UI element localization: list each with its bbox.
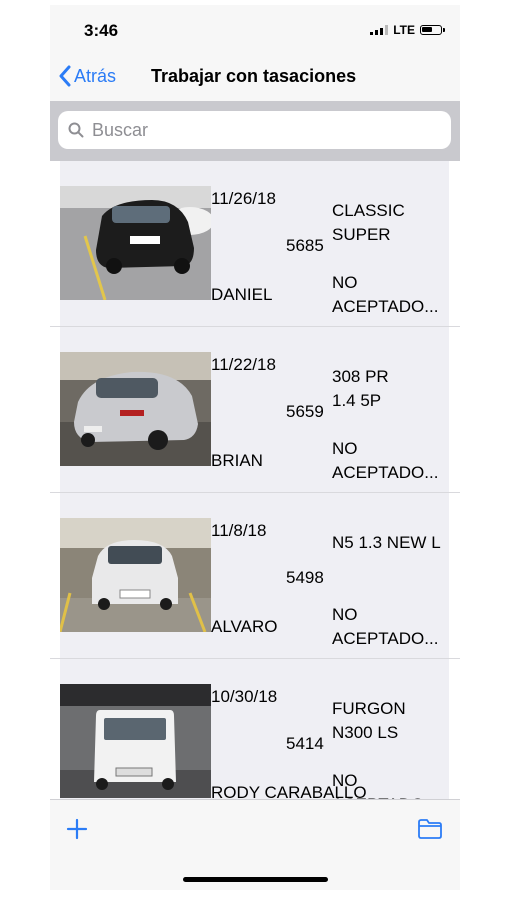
home-indicator: [183, 877, 328, 882]
appraisal-status: NO ACEPTADO...: [332, 439, 439, 482]
list-item[interactable]: 11/26/18 5685 DANIEL CLASSIC SUPER NO AC…: [50, 161, 460, 327]
client-name: DANIEL: [211, 285, 273, 304]
list-item[interactable]: 10/30/18 5414 RODY CARABALLO FURGON N300…: [50, 659, 460, 799]
vehicle-model: 308 PR 1.4 5P: [332, 367, 389, 410]
appraisal-date: 11/26/18: [211, 189, 276, 208]
appraisal-number: 5659: [286, 402, 324, 421]
car-photo: [60, 352, 211, 466]
phone-screen: 3:46 LTE Atrás Trabajar con tasaciones B…: [50, 5, 460, 890]
vehicle-model: N5 1.3 NEW L: [332, 533, 441, 552]
client-name: ALVARO: [211, 617, 278, 636]
appraisal-date: 10/30/18: [211, 687, 278, 706]
search-field[interactable]: [58, 111, 451, 149]
client-name: BRIAN: [211, 451, 263, 470]
appraisal-list: 11/26/18 5685 DANIEL CLASSIC SUPER NO AC…: [50, 161, 460, 799]
search-input[interactable]: [90, 118, 424, 142]
list-item[interactable]: 11/8/18 5498 ALVARO N5 1.3 NEW L NO ACEP…: [50, 493, 460, 659]
search-icon: [68, 122, 84, 138]
status-indicators: LTE: [370, 23, 445, 37]
back-label: Atrás: [74, 65, 117, 86]
list-item[interactable]: 11/22/18 5659 BRIAN 308 PR 1.4 5P NO ACE…: [50, 327, 460, 493]
plus-icon: [66, 818, 88, 840]
navigation-bar: Atrás Trabajar con tasaciones: [50, 51, 460, 101]
add-button[interactable]: [66, 818, 88, 845]
car-photo: [60, 684, 211, 798]
appraisal-status: NO ACEPTADO...: [332, 605, 439, 648]
search-bar: [50, 101, 460, 161]
car-photo: [60, 518, 211, 632]
vehicle-model: FURGON N300 LS: [332, 699, 406, 742]
status-bar: 3:46 LTE: [50, 5, 460, 51]
appraisal-number: 5498: [286, 568, 324, 587]
appraisal-status: NO ACEPTADO...: [332, 771, 438, 799]
vehicle-model: CLASSIC SUPER: [332, 201, 405, 244]
appraisal-date: 11/8/18: [211, 521, 267, 540]
folder-button[interactable]: [417, 818, 443, 845]
car-photo: [60, 186, 211, 300]
status-time: 3:46: [84, 21, 119, 40]
battery-icon: [420, 25, 445, 35]
appraisal-number: 5685: [286, 236, 324, 255]
appraisal-status: NO ACEPTADO...: [332, 273, 439, 316]
back-button[interactable]: Atrás: [58, 65, 116, 87]
network-label: LTE: [393, 23, 415, 37]
signal-icon: [370, 25, 389, 35]
page-title: Trabajar con tasaciones: [151, 66, 357, 86]
folder-icon: [418, 819, 442, 839]
appraisal-number: 5414: [286, 734, 324, 753]
appraisal-date: 11/22/18: [211, 355, 276, 374]
chevron-left-icon: [59, 65, 71, 87]
